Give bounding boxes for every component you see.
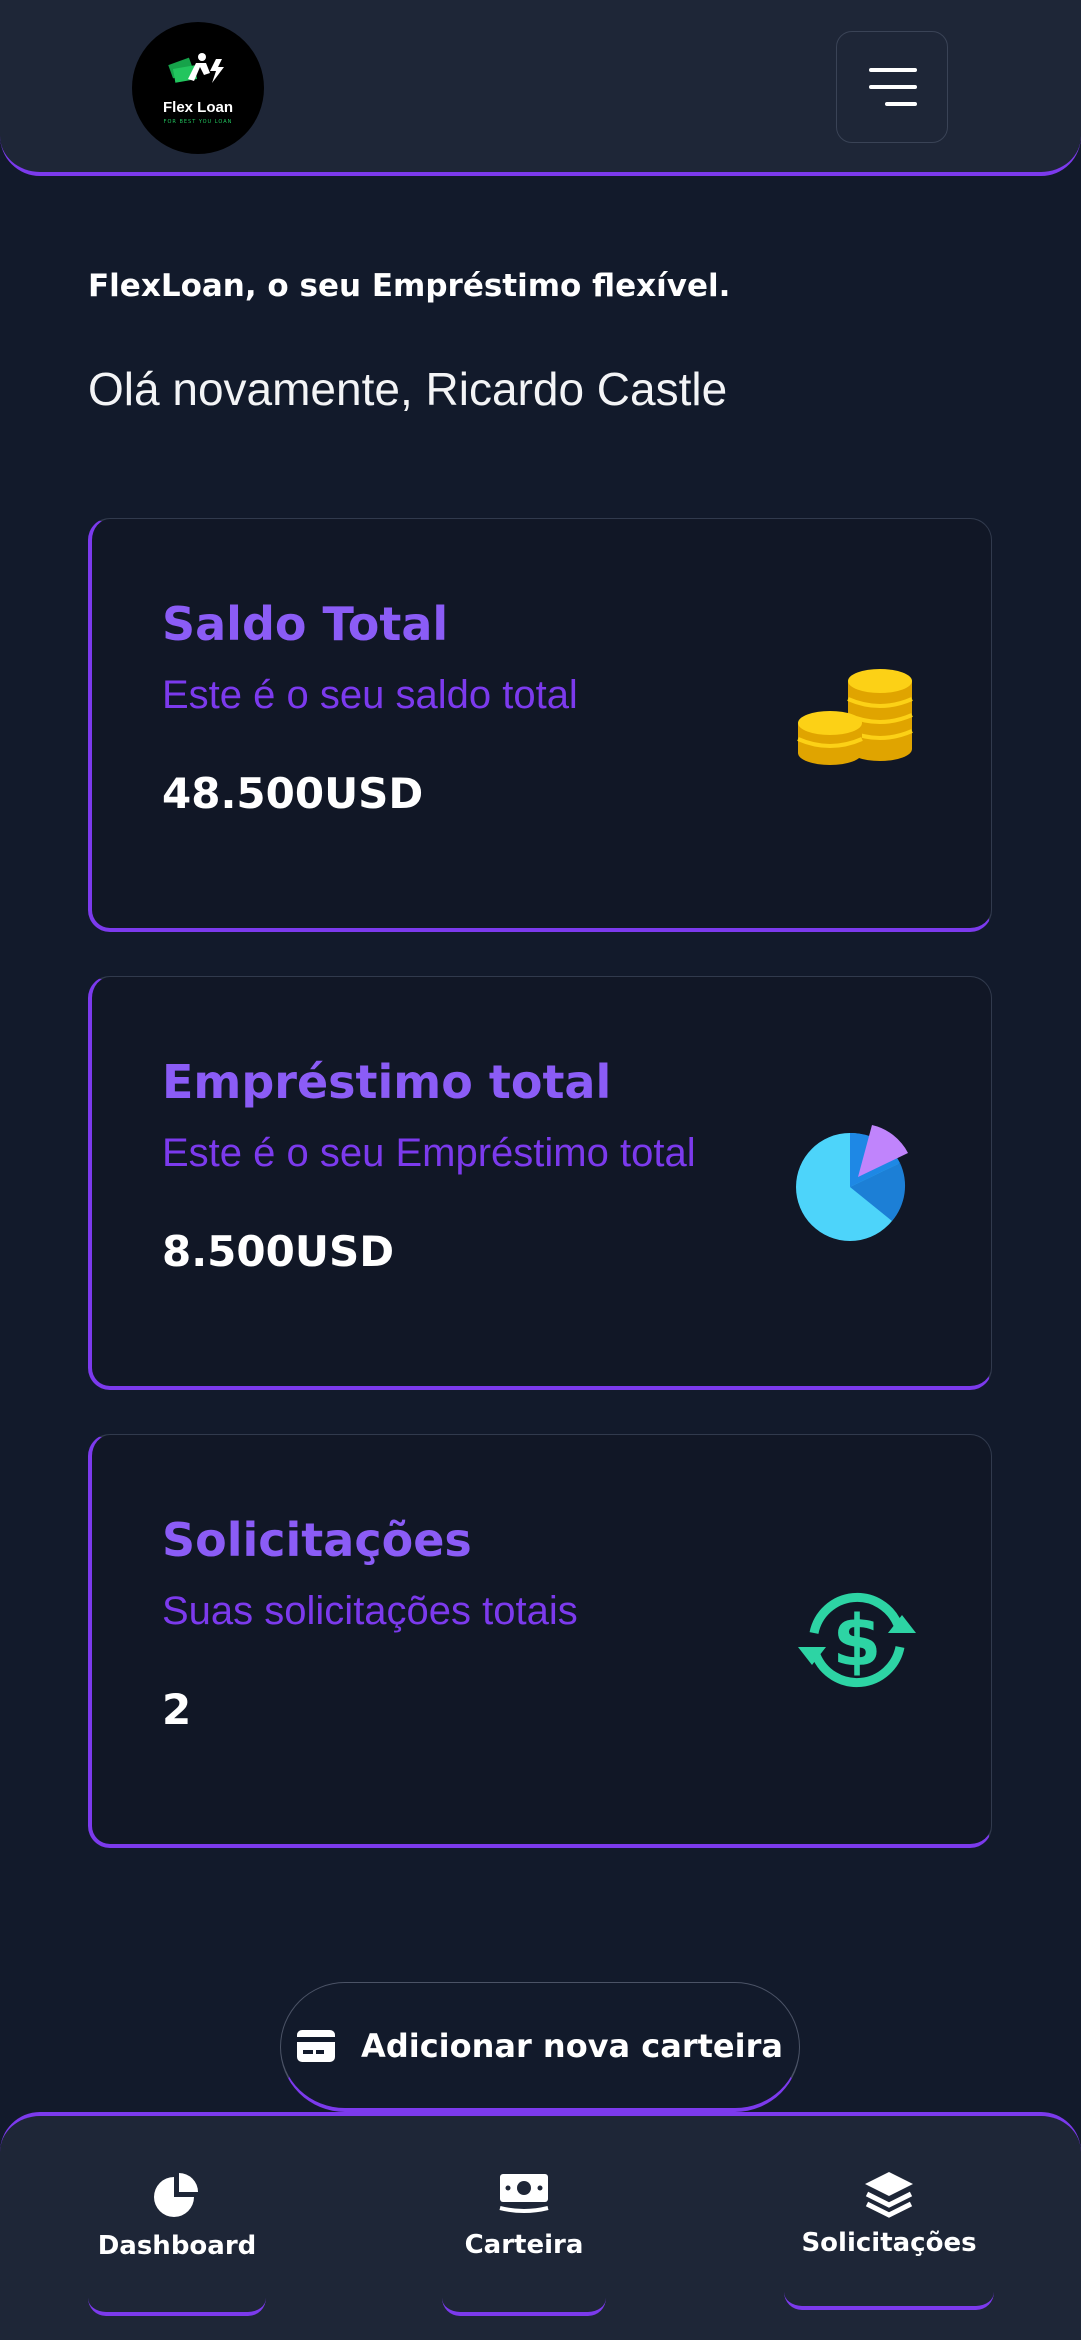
nav-dashboard-label: Dashboard — [97, 2231, 257, 2261]
nav-wallet[interactable]: Carteira — [442, 2116, 606, 2316]
nav-dashboard[interactable]: Dashboard — [88, 2116, 266, 2316]
card-subtitle: Este é o seu saldo total — [162, 673, 578, 717]
card-title: Saldo Total — [162, 597, 449, 651]
flex-loan-logo[interactable]: Flex Loan FOR BEST YOU LOAN — [132, 22, 264, 154]
pie-chart-icon — [154, 2173, 198, 2217]
add-wallet-button[interactable]: Adicionar nova carteira — [280, 1982, 800, 2112]
top-header: Flex Loan FOR BEST YOU LOAN — [0, 0, 1081, 176]
svg-text:$: $ — [833, 1600, 882, 1682]
credit-card-icon — [297, 2029, 336, 2062]
money-icon — [499, 2174, 549, 2213]
nav-underline — [784, 2288, 994, 2310]
bottom-navigation: Dashboard Carteira Solicitações — [0, 2112, 1081, 2340]
nav-wallet-label: Carteira — [464, 2230, 584, 2260]
logo-mark-icon — [168, 53, 224, 83]
balance-card[interactable]: Saldo Total Este é o seu saldo total 48.… — [88, 518, 992, 932]
nav-underline — [442, 2294, 606, 2316]
hamburger-menu-icon — [885, 102, 917, 106]
loan-card[interactable]: Empréstimo total Este é o seu Empréstimo… — [88, 976, 992, 1390]
hamburger-menu-icon — [869, 85, 917, 89]
hamburger-menu-icon — [869, 68, 917, 72]
add-wallet-label: Adicionar nova carteira — [361, 2026, 783, 2065]
card-title: Solicitações — [162, 1513, 472, 1567]
nav-requests-label: Solicitações — [801, 2228, 977, 2258]
card-value: 2 — [162, 1685, 192, 1734]
logo-brand-text: Flex Loan — [162, 99, 233, 116]
app-tagline: FlexLoan, o seu Empréstimo flexível. — [88, 268, 731, 304]
nav-underline — [88, 2294, 266, 2316]
coins-icon — [797, 669, 913, 765]
layers-icon — [865, 2172, 913, 2218]
greeting-text: Olá novamente, Ricardo Castle — [88, 363, 728, 415]
hamburger-menu-button[interactable] — [836, 31, 948, 143]
card-value: 48.500USD — [162, 769, 424, 818]
card-subtitle: Este é o seu Empréstimo total — [162, 1131, 696, 1175]
card-subtitle: Suas solicitações totais — [162, 1589, 578, 1633]
requests-card[interactable]: Solicitações Suas solicitações totais 2 … — [88, 1434, 992, 1848]
logo-tagline: FOR BEST YOU LOAN — [163, 119, 233, 125]
card-value: 8.500USD — [162, 1227, 395, 1276]
dollar-exchange-icon: $ — [798, 1592, 916, 1688]
pie-chart-icon — [796, 1125, 908, 1241]
nav-requests[interactable]: Solicitações — [784, 2116, 994, 2310]
card-title: Empréstimo total — [162, 1055, 612, 1109]
